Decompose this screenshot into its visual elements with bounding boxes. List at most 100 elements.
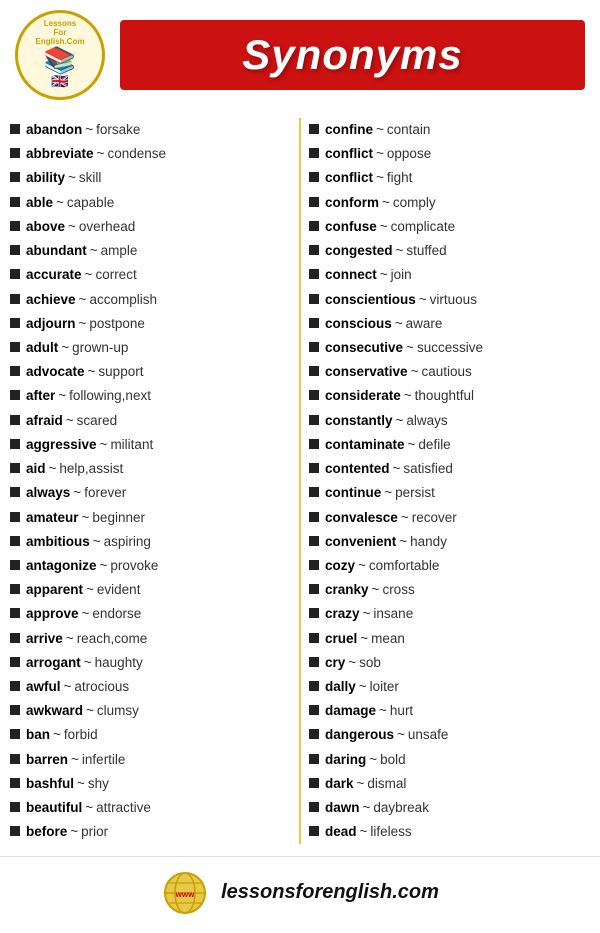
synonym: stuffed <box>406 239 446 262</box>
list-item: aid ~ help,assist <box>10 457 291 480</box>
synonym: join <box>391 263 412 286</box>
word: aggressive <box>26 433 97 456</box>
word: after <box>26 384 55 407</box>
tilde: ~ <box>372 578 380 601</box>
tilde: ~ <box>393 457 401 480</box>
tilde: ~ <box>88 360 96 383</box>
synonym: unsafe <box>408 723 449 746</box>
list-item: conservative ~ cautious <box>309 360 590 383</box>
bullet-icon <box>10 148 20 158</box>
synonym: prior <box>81 820 108 843</box>
synonym: successive <box>417 336 483 359</box>
tilde: ~ <box>359 675 367 698</box>
synonym: comply <box>393 191 436 214</box>
tilde: ~ <box>380 215 388 238</box>
tilde: ~ <box>64 675 72 698</box>
tilde: ~ <box>396 409 404 432</box>
list-item: advocate ~ support <box>10 360 291 383</box>
bullet-icon <box>309 826 319 836</box>
word: considerate <box>325 384 401 407</box>
word: apparent <box>26 578 83 601</box>
synonym: militant <box>110 433 153 456</box>
tilde: ~ <box>360 820 368 843</box>
page-header: LessonsForEnglish.Com 📚 🇬🇧 Synonyms <box>0 0 600 110</box>
synonym: help,assist <box>59 457 123 480</box>
list-item: accurate ~ correct <box>10 263 291 286</box>
bullet-icon <box>10 439 20 449</box>
synonym: beginner <box>92 506 145 529</box>
list-item: conform ~ comply <box>309 191 590 214</box>
word: congested <box>325 239 393 262</box>
synonym: following,next <box>69 384 151 407</box>
list-item: antagonize ~ provoke <box>10 554 291 577</box>
synonym: comfortable <box>369 554 440 577</box>
flag-icon: 🇬🇧 <box>51 73 68 90</box>
tilde: ~ <box>384 481 392 504</box>
tilde: ~ <box>395 312 403 335</box>
bullet-icon <box>10 802 20 812</box>
tilde: ~ <box>79 288 87 311</box>
bullet-icon <box>309 536 319 546</box>
synonym: thoughtful <box>415 384 474 407</box>
list-item: convenient ~ handy <box>309 530 590 553</box>
synonym: postpone <box>89 312 145 335</box>
list-item: able ~ capable <box>10 191 291 214</box>
tilde: ~ <box>86 699 94 722</box>
word: adult <box>26 336 58 359</box>
tilde: ~ <box>53 723 61 746</box>
bullet-icon <box>10 512 20 522</box>
list-item: adult ~ grown-up <box>10 336 291 359</box>
list-item: conscientious ~ virtuous <box>309 288 590 311</box>
list-item: adjourn ~ postpone <box>10 312 291 335</box>
tilde: ~ <box>376 118 384 141</box>
word: cozy <box>325 554 355 577</box>
list-item: beautiful ~ attractive <box>10 796 291 819</box>
list-item: connect ~ join <box>309 263 590 286</box>
tilde: ~ <box>71 748 79 771</box>
tilde: ~ <box>376 142 384 165</box>
bullet-icon <box>309 318 319 328</box>
word: beautiful <box>26 796 82 819</box>
bullet-icon <box>10 124 20 134</box>
synonym: condense <box>107 142 166 165</box>
synonym: infertile <box>82 748 126 771</box>
bullet-icon <box>10 729 20 739</box>
bullet-icon <box>309 366 319 376</box>
list-item: conflict ~ fight <box>309 166 590 189</box>
synonym: oppose <box>387 142 431 165</box>
list-item: confine ~ contain <box>309 118 590 141</box>
list-item: continue ~ persist <box>309 481 590 504</box>
bullet-icon <box>309 172 319 182</box>
list-item: ambitious ~ aspiring <box>10 530 291 553</box>
tilde: ~ <box>85 796 93 819</box>
word: dangerous <box>325 723 394 746</box>
word: daring <box>325 748 366 771</box>
list-item: confuse ~ complicate <box>309 215 590 238</box>
list-item: arrive ~ reach,come <box>10 627 291 650</box>
word: convenient <box>325 530 396 553</box>
word: awkward <box>26 699 83 722</box>
list-item: conscious ~ aware <box>309 312 590 335</box>
list-item: considerate ~ thoughtful <box>309 384 590 407</box>
logo-text: LessonsForEnglish.Com <box>36 20 85 46</box>
list-item: convalesce ~ recover <box>309 506 590 529</box>
svg-text:www: www <box>175 890 195 899</box>
tilde: ~ <box>396 239 404 262</box>
synonym: fight <box>387 166 413 189</box>
synonym: bold <box>380 748 406 771</box>
bullet-icon <box>10 294 20 304</box>
tilde: ~ <box>382 191 390 214</box>
bullet-icon <box>309 802 319 812</box>
word: always <box>26 481 70 504</box>
bullet-icon <box>309 221 319 231</box>
tilde: ~ <box>86 578 94 601</box>
list-item: crazy ~ insane <box>309 602 590 625</box>
synonym: aspiring <box>104 530 151 553</box>
bullet-icon <box>10 608 20 618</box>
word: awful <box>26 675 61 698</box>
logo: LessonsForEnglish.Com 📚 🇬🇧 <box>15 10 105 100</box>
tilde: ~ <box>380 263 388 286</box>
synonym: scared <box>77 409 118 432</box>
bullet-icon <box>309 148 319 158</box>
list-item: bashful ~ shy <box>10 772 291 795</box>
